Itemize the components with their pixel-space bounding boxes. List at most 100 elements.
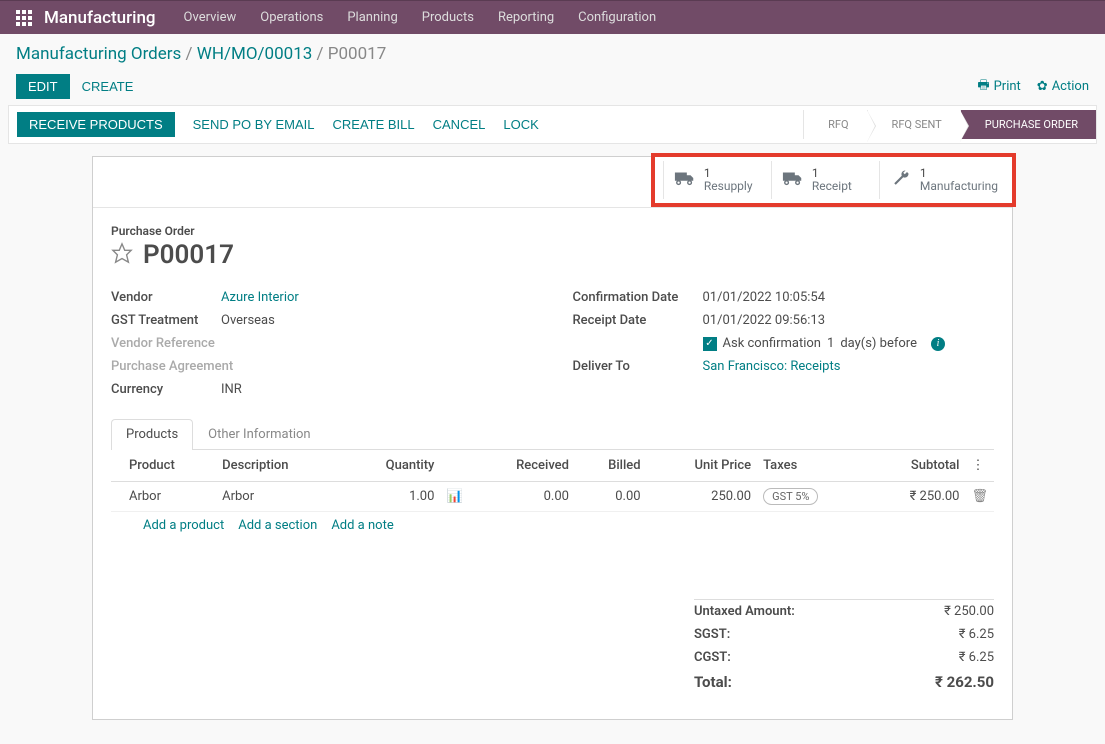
send-po-button[interactable]: SEND PO BY EMAIL [193,112,315,137]
form-col-left: VendorAzure Interior GST TreatmentOverse… [111,286,533,401]
cell-price: 250.00 [647,482,758,512]
tax-pill[interactable]: GST 5% [763,488,818,505]
table-links: Add a product Add a section Add a note [111,512,994,539]
status-row: RECEIVE PRODUCTS SEND PO BY EMAIL CREATE… [8,105,1097,144]
step-rfq[interactable]: RFQ [803,110,866,139]
vendor-link[interactable]: Azure Interior [221,290,299,305]
untaxed-label: Untaxed Amount: [694,604,795,619]
wrench-icon [890,169,912,191]
col-unit-price: Unit Price [647,450,758,482]
step-purchase-order[interactable]: PURCHASE ORDER [960,110,1096,139]
tab-products[interactable]: Products [111,419,193,450]
confirmation-date-label: Confirmation Date [573,290,703,305]
deliver-to-label: Deliver To [573,359,703,374]
table-row[interactable]: Arbor Arbor 1.00 📊 0.00 0.00 250.00 GST … [111,482,994,512]
col-taxes: Taxes [757,450,866,482]
total-label: Total: [694,673,732,691]
truck-icon [674,169,696,191]
breadcrumb-parent[interactable]: WH/MO/00013 [197,44,313,64]
title-row: P00017 [111,240,994,270]
create-bill-button[interactable]: CREATE BILL [333,112,415,137]
cell-subtotal: ₹ 250.00 [866,482,966,512]
delete-row-icon[interactable]: 🗑 [971,489,988,504]
lock-button[interactable]: LOCK [503,112,538,137]
gst-label: GST Treatment [111,313,221,328]
gear-icon: ✿ [1037,79,1048,94]
nav-operations[interactable]: Operations [260,10,323,25]
vendor-ref-label: Vendor Reference [111,336,221,351]
step-rfq-sent[interactable]: RFQ SENT [867,110,960,139]
deliver-to-link[interactable]: San Francisco: Receipts [703,359,841,374]
col-subtotal: Subtotal [866,450,966,482]
print-label: Print [994,79,1021,94]
cancel-button[interactable]: CANCEL [433,112,486,137]
nav-reporting[interactable]: Reporting [498,10,554,25]
vendor-label: Vendor [111,290,221,305]
form-col-right: Confirmation Date01/01/2022 10:05:54 Rec… [573,286,995,401]
tab-other-information[interactable]: Other Information [193,419,325,449]
cell-product: Arbor [123,482,216,512]
form-grid: VendorAzure Interior GST TreatmentOverse… [111,286,994,401]
cell-billed: 0.00 [575,482,647,512]
currency-value: INR [221,382,242,397]
ask-confirmation-suffix: day(s) before [840,336,917,351]
nav-products[interactable]: Products [422,10,474,25]
cgst-label: CGST: [694,650,731,665]
info-icon[interactable]: i [931,337,945,351]
breadcrumb-bar: Manufacturing Orders / WH/MO/00013 / P00… [0,34,1105,68]
truck-icon [782,169,804,191]
apps-icon[interactable] [16,10,32,26]
ask-confirmation-text: Ask confirmation [723,336,822,351]
status-steps: RFQ RFQ SENT PURCHASE ORDER [803,110,1096,139]
forecast-icon[interactable]: 📊 [446,489,462,504]
sgst-label: SGST: [694,627,730,642]
print-icon: 🖶 [977,76,989,98]
print-button[interactable]: 🖶 Print [977,76,1020,98]
add-note-link[interactable]: Add a note [331,518,393,533]
confirmation-date-value: 01/01/2022 10:05:54 [703,290,826,305]
untaxed-value: ₹ 250.00 [944,604,994,619]
sgst-value: ₹ 6.25 [959,627,994,642]
purchase-agreement-label: Purchase Agreement [111,359,261,374]
col-billed: Billed [575,450,647,482]
stat-receipt-label: Receipt [812,180,852,193]
record-title: P00017 [143,240,234,270]
topbar: Manufacturing Overview Operations Planni… [0,0,1105,34]
stat-mfg-label: Manufacturing [920,180,998,193]
status-buttons: RECEIVE PRODUCTS SEND PO BY EMAIL CREATE… [9,106,547,143]
edit-button[interactable]: EDIT [16,74,70,99]
col-description: Description [216,450,342,482]
col-product: Product [123,450,216,482]
action-bar: EDIT CREATE 🖶 Print ✿ Action [0,68,1105,105]
add-product-link[interactable]: Add a product [143,518,224,533]
breadcrumb-current: P00017 [328,44,387,64]
nav-planning[interactable]: Planning [347,10,397,25]
action-label: Action [1052,79,1089,94]
col-received: Received [470,450,575,482]
app-name[interactable]: Manufacturing [44,8,156,28]
currency-label: Currency [111,382,221,397]
col-quantity: Quantity [342,450,440,482]
nav-menu: Overview Operations Planning Products Re… [184,10,657,25]
cell-qty: 1.00 [342,482,440,512]
nav-overview[interactable]: Overview [184,10,237,25]
col-menu[interactable]: ⋮ [965,450,994,482]
add-section-link[interactable]: Add a section [238,518,317,533]
star-icon[interactable] [111,242,133,268]
stat-resupply-label: Resupply [704,180,753,193]
cell-description: Arbor [216,482,342,512]
receive-products-button[interactable]: RECEIVE PRODUCTS [17,112,175,137]
total-value: ₹ 262.50 [935,673,994,691]
cell-received: 0.00 [470,482,575,512]
breadcrumb-sep: / [186,44,197,64]
stat-receipt[interactable]: 1 Receipt [771,161,879,199]
totals: Untaxed Amount: ₹ 250.00 SGST: ₹ 6.25 CGST… [694,599,994,695]
nav-configuration[interactable]: Configuration [578,10,656,25]
stat-resupply[interactable]: 1 Resupply [663,161,771,199]
ask-confirmation-checkbox[interactable] [703,337,717,351]
stat-manufacturing[interactable]: 1 Manufacturing [879,161,1012,199]
breadcrumb-root[interactable]: Manufacturing Orders [16,44,181,64]
purchase-order-label: Purchase Order [111,224,994,238]
create-button[interactable]: CREATE [70,74,146,99]
action-button[interactable]: ✿ Action [1037,79,1089,94]
